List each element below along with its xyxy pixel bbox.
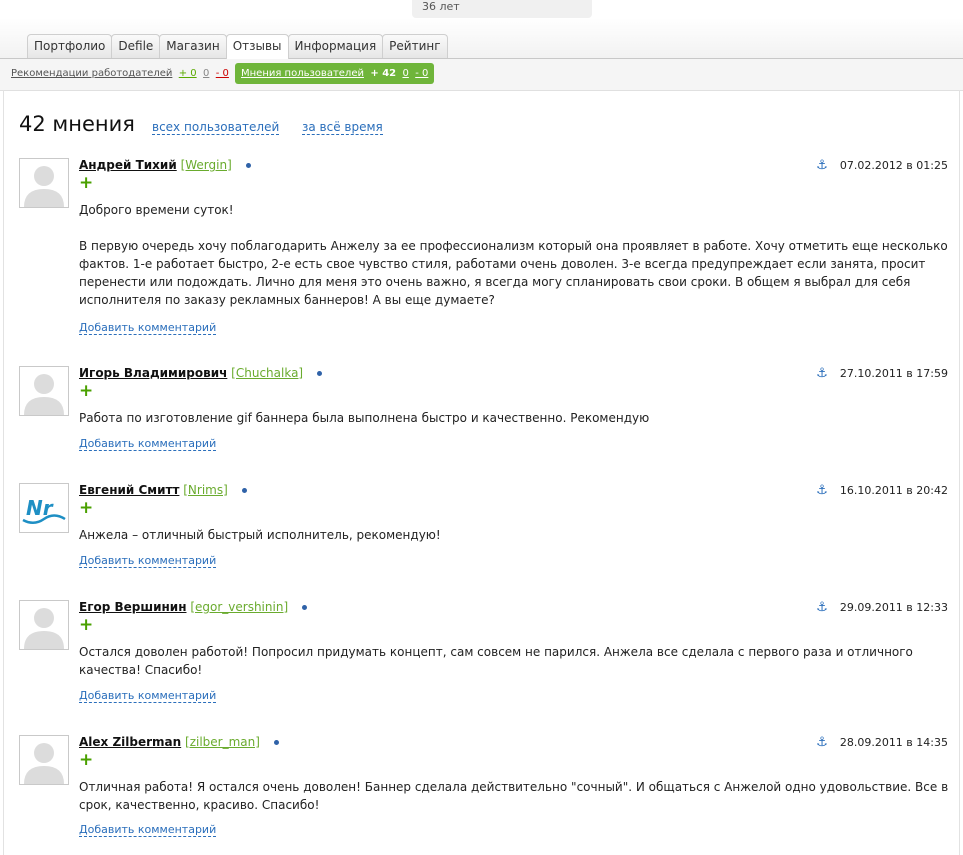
review-paragraph: Отличная работа! Я остался очень доволен… [79,780,949,812]
tab-info[interactable]: Информация [287,34,384,58]
review-header: Игорь Владимирович [Chuchalka] [79,366,322,380]
user-opinions-link[interactable]: Мнения пользователей [241,68,364,79]
tab-defile[interactable]: Defile [111,34,161,58]
author-name[interactable]: Егор Вершинин [79,600,187,614]
add-comment-link[interactable]: Добавить комментарий [79,555,217,568]
review-text: Отличная работа! Я остался очень доволен… [79,778,949,814]
review-date: ⚓ 28.09.2011 в 14:35 [816,735,948,750]
author-login[interactable]: [Wergin] [181,158,232,172]
positive-mark-icon: + [79,381,94,401]
tab-rating[interactable]: Рейтинг [382,34,448,58]
add-comment-link[interactable]: Добавить комментарий [79,438,217,451]
author-login[interactable]: [zilber_man] [185,735,260,749]
online-status-icon [241,488,247,493]
add-comment-link[interactable]: Добавить комментарий [79,322,217,335]
user-opinions-badge: Мнения пользователей + 42 0 - 0 [235,63,435,84]
filter-users-link[interactable]: всех пользователей [152,121,280,135]
author-login[interactable]: [Nrims] [183,483,228,497]
positive-mark-icon: + [79,173,94,193]
anchor-icon[interactable]: ⚓ [816,600,828,615]
date-text: 07.02.2012 в 01:25 [839,159,948,172]
content-border-left [3,90,4,855]
author-name[interactable]: Игорь Владимирович [79,366,227,380]
tab-bar: Портфолио Defile Магазин Отзывы Информац… [0,18,963,59]
user-minus-count[interactable]: - 0 [415,68,428,79]
review-date: ⚓ 16.10.2011 в 20:42 [816,483,948,498]
review-paragraph: Анжела – отличный быстрый исполнитель, р… [79,528,441,542]
date-text: 28.09.2011 в 14:35 [839,736,948,749]
review-text: Остался доволен работой! Попросил придум… [79,643,949,679]
employer-neutral-count[interactable]: 0 [203,68,209,79]
review-header: Евгений Смитт [Nrims] [79,483,247,497]
review-text: Анжела – отличный быстрый исполнитель, р… [79,526,949,544]
filter-time-link[interactable]: за всё время [302,121,383,135]
add-comment-link[interactable]: Добавить комментарий [79,824,217,837]
date-text: 27.10.2011 в 17:59 [839,367,948,380]
anchor-icon[interactable]: ⚓ [816,366,828,381]
review-paragraph: Работа по изготовление gif баннера была … [79,411,650,425]
user-plus-count: + 42 [370,68,397,79]
author-name[interactable]: Андрей Тихий [79,158,177,172]
tab-portfolio[interactable]: Портфолио [27,34,113,58]
tab-shop[interactable]: Магазин [159,34,227,58]
online-status-icon [273,740,279,745]
review-header: Егор Вершинин [egor_vershinin] [79,600,307,614]
review-paragraph: Доброго времени суток! [79,203,234,217]
avatar[interactable] [19,158,69,208]
review-header: Андрей Тихий [Wergin] [79,158,251,172]
opinions-count: 42 мнения [19,112,135,136]
anchor-icon[interactable]: ⚓ [816,483,828,498]
avatar[interactable]: Nr [19,483,69,533]
employer-recommendations: Рекомендации работодателей + 0 0 - 0 [11,68,229,79]
date-text: 16.10.2011 в 20:42 [839,484,948,497]
date-text: 29.09.2011 в 12:33 [839,601,948,614]
review-text: Работа по изготовление gif баннера была … [79,409,949,427]
avatar[interactable] [19,735,69,785]
positive-mark-icon: + [79,750,94,770]
tab-reviews[interactable]: Отзывы [225,34,289,59]
author-login[interactable]: [Chuchalka] [231,366,303,380]
review-header: Alex Zilberman [zilber_man] [79,735,279,749]
author-name[interactable]: Евгений Смитт [79,483,179,497]
author-login[interactable]: [egor_vershinin] [190,600,288,614]
add-comment-link[interactable]: Добавить комментарий [79,690,217,703]
content-border-right [959,90,960,855]
review-date: ⚓ 07.02.2012 в 01:25 [816,158,948,173]
anchor-icon[interactable]: ⚓ [816,158,828,173]
age-text: 36 лет [422,0,460,13]
avatar[interactable] [19,600,69,650]
positive-mark-icon: + [79,498,94,518]
review-paragraph: Остался доволен работой! Попросил придум… [79,645,913,677]
employer-plus-count[interactable]: + 0 [179,68,197,79]
anchor-icon[interactable]: ⚓ [816,735,828,750]
author-name[interactable]: Alex Zilberman [79,735,181,749]
review-paragraph: В первую очередь хочу поблагодарить Анже… [79,239,948,307]
review-date: ⚓ 29.09.2011 в 12:33 [816,600,948,615]
employer-minus-count[interactable]: - 0 [216,68,229,79]
review-date: ⚓ 27.10.2011 в 17:59 [816,366,948,381]
age-badge: 36 лет [412,0,592,18]
avatar[interactable] [19,366,69,416]
online-status-icon [245,163,251,168]
review-text: Доброго времени суток! В первую очередь … [79,201,949,309]
positive-mark-icon: + [79,615,94,635]
employer-recommendations-link[interactable]: Рекомендации работодателей [11,68,172,79]
review-source-bar: Рекомендации работодателей + 0 0 - 0 Мне… [0,59,963,91]
online-status-icon [316,371,322,376]
user-neutral-count[interactable]: 0 [402,68,408,79]
tabs: Портфолио Defile Магазин Отзывы Информац… [27,34,448,59]
online-status-icon [301,605,307,610]
